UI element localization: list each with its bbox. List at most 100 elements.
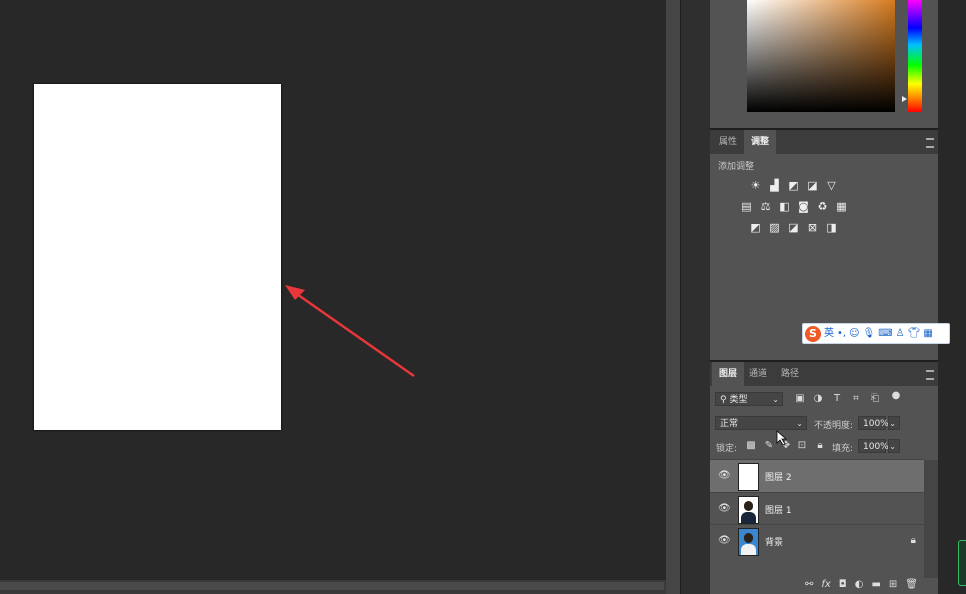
opacity-dropdown[interactable]: ⌄ (888, 416, 900, 430)
layers-panel: 图层 通道 路径 ⚲ 类型 ⌄ ▣ ◑ T ⌗ ⎗ ● 正常 ⌄ 不透明度: 1… (710, 362, 938, 594)
vibrance-icon[interactable]: ▽ (824, 179, 839, 192)
annotation-arrow (285, 285, 415, 378)
hue-slider-handle[interactable] (902, 96, 907, 102)
exposure-icon[interactable]: ◪ (805, 179, 820, 192)
color-balance-icon[interactable]: ⚖ (758, 200, 773, 213)
lock-all-icon[interactable]: 🔒︎ (814, 440, 826, 452)
filter-shape-icon[interactable]: ⌗ (850, 393, 862, 405)
layer-thumbnail (738, 496, 759, 524)
ime-toolbar[interactable]: S 英 •, ☺ 🎙︎ ⌨ ♙ 👕︎ ▦ (802, 323, 950, 344)
filter-type-icon[interactable]: T (831, 393, 843, 405)
portrait-body (741, 544, 756, 555)
curves-icon[interactable]: ◩ (786, 179, 801, 192)
filter-adjustment-icon[interactable]: ◑ (812, 393, 824, 405)
layer-row[interactable]: 👁︎ 图层 2 (710, 459, 924, 492)
tab-paths[interactable]: 路径 (774, 362, 806, 386)
layer-thumbnail (738, 463, 759, 491)
lock-label: 锁定: (716, 444, 738, 454)
layer-row[interactable]: 👁︎ 背景 🔒︎ (710, 524, 924, 557)
mic-icon[interactable]: 🎙︎ (863, 326, 876, 342)
gradient-map-icon[interactable]: ◨ (824, 221, 839, 234)
brightness-contrast-icon[interactable]: ☀ (748, 179, 763, 192)
mask-icon[interactable]: ◘ (839, 576, 847, 594)
filter-toggle-icon[interactable]: ● (890, 390, 902, 402)
ime-logo[interactable]: S (805, 325, 821, 342)
trash-icon[interactable]: 🗑︎ (905, 576, 918, 594)
layer-thumbnail (738, 528, 759, 556)
portrait-head (744, 501, 753, 511)
layers-footer-toolbar: ⚯ fx ◘ ◐ ▬ ⊞ 🗑︎ (710, 576, 938, 594)
adjustment-icon[interactable]: ◐ (855, 576, 864, 594)
panel-menu-icon[interactable] (926, 138, 934, 148)
threshold-icon[interactable]: ◪ (786, 221, 801, 234)
chevron-down-icon: ⌄ (796, 419, 803, 428)
layer-name: 背景 (765, 538, 784, 548)
selective-color-icon[interactable]: ⊠ (805, 221, 820, 234)
blend-mode-value: 正常 (720, 419, 739, 429)
keyboard-icon[interactable]: ⌨ (878, 326, 892, 342)
eye-icon[interactable]: 👁︎ (718, 470, 731, 481)
eye-icon[interactable]: 👁︎ (718, 503, 731, 514)
layers-scrollbar[interactable] (924, 460, 938, 578)
portrait-head (744, 533, 753, 543)
punctuation-icon[interactable]: •, (837, 326, 846, 342)
skin-icon[interactable]: 👕︎ (908, 326, 921, 342)
tab-channels[interactable]: 通道 (742, 362, 774, 386)
posterize-icon[interactable]: ▨ (767, 221, 782, 234)
document-canvas[interactable] (34, 84, 281, 430)
search-icon: ⚲ (720, 395, 727, 405)
new-layer-icon[interactable]: ⊞ (889, 576, 897, 594)
floating-widget[interactable] (958, 540, 966, 586)
lock-icon: 🔒︎ (910, 535, 916, 546)
panel-separator[interactable] (666, 0, 680, 594)
ime-mode-label[interactable]: 英 (824, 326, 834, 342)
hue-saturation-icon[interactable]: ▤ (739, 200, 754, 213)
blend-mode-select[interactable]: 正常 ⌄ (715, 416, 807, 430)
layers-tabbar: 图层 通道 路径 (710, 362, 938, 386)
adjustment-icons-row-3: ◩ ▨ ◪ ⊠ ◨ (748, 221, 839, 234)
fx-icon[interactable]: fx (821, 576, 830, 594)
adjustment-icons-row-1: ☀ ▟ ◩ ◪ ▽ (748, 179, 839, 192)
invert-icon[interactable]: ◩ (748, 221, 763, 234)
lock-transparent-icon[interactable]: ▩ (745, 440, 757, 452)
right-panel-dock: 属性 调整 添加调整 ☀ ▟ ◩ ◪ ▽ ▤ ⚖ ◧ ◙ ♻ ▦ ◩ ▨ ◪ ⊠… (710, 0, 938, 594)
layer-filter-select[interactable]: ⚲ 类型 ⌄ (715, 392, 783, 406)
adjustment-icons-row-2: ▤ ⚖ ◧ ◙ ♻ ▦ (739, 200, 849, 213)
panel-menu-icon[interactable] (926, 370, 934, 380)
black-white-icon[interactable]: ◧ (777, 200, 792, 213)
tab-adjustments[interactable]: 调整 (744, 130, 777, 154)
fill-dropdown[interactable]: ⌄ (888, 439, 900, 453)
add-adjustment-label: 添加调整 (718, 162, 755, 172)
adjustments-tabbar: 属性 调整 (710, 130, 938, 154)
filter-smart-object-icon[interactable]: ⎗ (869, 393, 881, 405)
color-lookup-icon[interactable]: ▦ (834, 200, 849, 213)
lock-brush-icon[interactable]: ✎ (763, 440, 775, 452)
grid-icon[interactable]: ▦ (923, 326, 932, 342)
folder-icon[interactable]: ▬ (871, 576, 880, 594)
tab-layers[interactable]: 图层 (712, 362, 745, 386)
user-icon[interactable]: ♙ (896, 326, 905, 342)
layer-name: 图层 2 (765, 473, 792, 483)
levels-icon[interactable]: ▟ (767, 179, 782, 192)
filter-pixel-icon[interactable]: ▣ (794, 393, 806, 405)
chevron-down-icon: ⌄ (889, 442, 896, 451)
opacity-input[interactable]: 100% (858, 416, 889, 430)
layer-row[interactable]: 👁︎ 图层 1 (710, 492, 924, 525)
hue-slider[interactable] (908, 0, 922, 112)
photo-filter-icon[interactable]: ◙ (796, 200, 811, 213)
link-icon[interactable]: ⚯ (805, 576, 813, 594)
layer-filter-value: 类型 (729, 395, 748, 405)
opacity-label: 不透明度: (814, 421, 854, 431)
right-edge-strip (938, 0, 966, 594)
chevron-down-icon: ⌄ (772, 395, 779, 404)
color-panel (710, 0, 938, 128)
eye-icon[interactable]: 👁︎ (718, 535, 731, 546)
lock-artboard-icon[interactable]: ⊡ (796, 440, 808, 452)
channel-mixer-icon[interactable]: ♻ (815, 200, 830, 213)
tab-properties[interactable]: 属性 (712, 130, 744, 154)
fill-input[interactable]: 100% (858, 439, 889, 453)
chevron-down-icon: ⌄ (889, 419, 896, 428)
emoji-icon[interactable]: ☺ (849, 326, 859, 342)
color-picker-field[interactable] (747, 0, 895, 112)
scrollbar-thumb[interactable] (0, 582, 664, 590)
